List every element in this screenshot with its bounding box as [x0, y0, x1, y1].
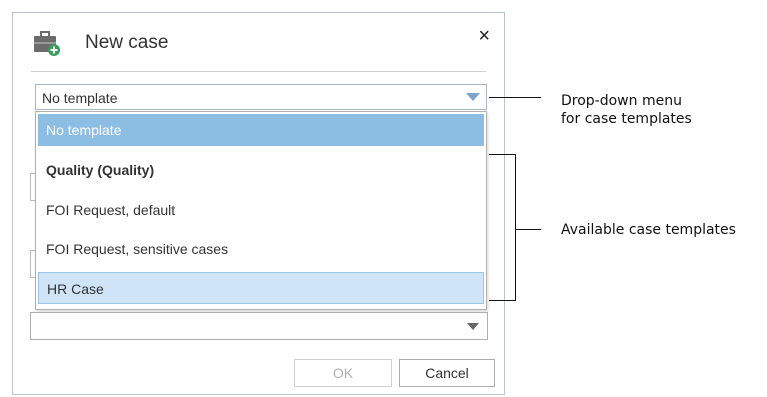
- template-option-foi-default[interactable]: FOI Request, default: [38, 194, 484, 226]
- dialog-title: New case: [85, 32, 169, 53]
- callout-line-dropdown: [489, 97, 541, 98]
- briefcase-add-icon: [34, 31, 60, 56]
- cancel-button[interactable]: Cancel: [399, 359, 495, 387]
- template-option-hr-case[interactable]: HR Case: [38, 272, 484, 304]
- template-option-foi-sensitive[interactable]: FOI Request, sensitive cases: [38, 233, 484, 265]
- bracket-top: [489, 154, 516, 155]
- case-template-dropdown-list: No template Quality (Quality) FOI Reques…: [35, 111, 487, 310]
- template-option-quality[interactable]: Quality (Quality): [38, 154, 484, 186]
- bracket-vertical: [515, 154, 516, 301]
- dialog-header: New case ×: [13, 13, 504, 73]
- callout-available-templates: Available case templates: [561, 222, 736, 238]
- header-divider: [31, 71, 486, 72]
- case-template-select[interactable]: No template: [35, 84, 487, 110]
- case-template-select-value: No template: [42, 90, 118, 106]
- chevron-down-icon[interactable]: [466, 93, 480, 101]
- callout-dropdown-menu: Drop-down menu for case templates: [561, 92, 692, 128]
- callout-line-templates: [516, 229, 541, 230]
- callout-dropdown-menu-line1: Drop-down menu: [561, 93, 682, 109]
- close-icon[interactable]: ×: [478, 26, 490, 46]
- new-case-dialog: New case × No template No template Quali…: [12, 12, 505, 395]
- secondary-select[interactable]: [30, 312, 488, 340]
- bracket-bottom: [489, 300, 516, 301]
- callout-dropdown-menu-line2: for case templates: [561, 111, 692, 127]
- ok-button[interactable]: OK: [294, 359, 392, 387]
- chevron-down-icon[interactable]: [467, 323, 479, 330]
- template-option-no-template[interactable]: No template: [38, 114, 484, 146]
